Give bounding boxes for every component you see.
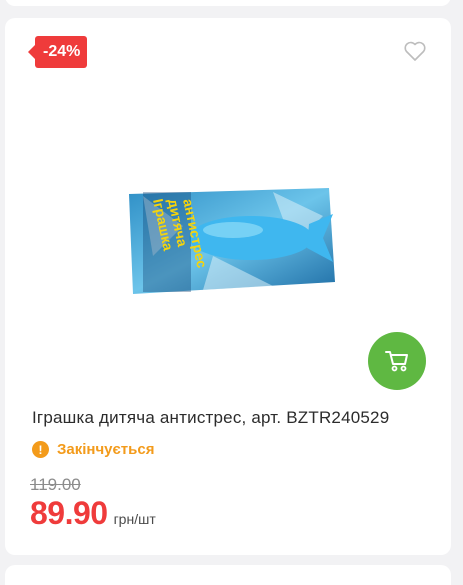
product-title[interactable]: Іграшка дитяча антистрес, арт. BZTR24052… <box>32 408 442 428</box>
wishlist-heart-icon[interactable] <box>403 40 427 62</box>
cart-icon <box>385 351 408 372</box>
price-row: 89.90 грн/шт <box>30 495 156 532</box>
add-to-cart-button[interactable] <box>368 332 426 390</box>
stock-status-label: Закінчується <box>57 441 155 458</box>
previous-card-edge <box>5 0 451 6</box>
warning-icon: ! <box>32 441 49 458</box>
stock-status: ! Закінчується <box>32 441 154 458</box>
current-price: 89.90 <box>30 495 108 531</box>
product-image[interactable]: Іграшка дитяча антистрес <box>123 186 339 298</box>
product-card[interactable]: -24% Іграшка дитяча антистрес Іграшка ди… <box>5 18 451 555</box>
discount-badge: -24% <box>27 36 88 68</box>
next-card-edge <box>5 565 451 585</box>
old-price: 119.00 <box>30 475 81 494</box>
price-unit: грн/шт <box>113 511 156 527</box>
